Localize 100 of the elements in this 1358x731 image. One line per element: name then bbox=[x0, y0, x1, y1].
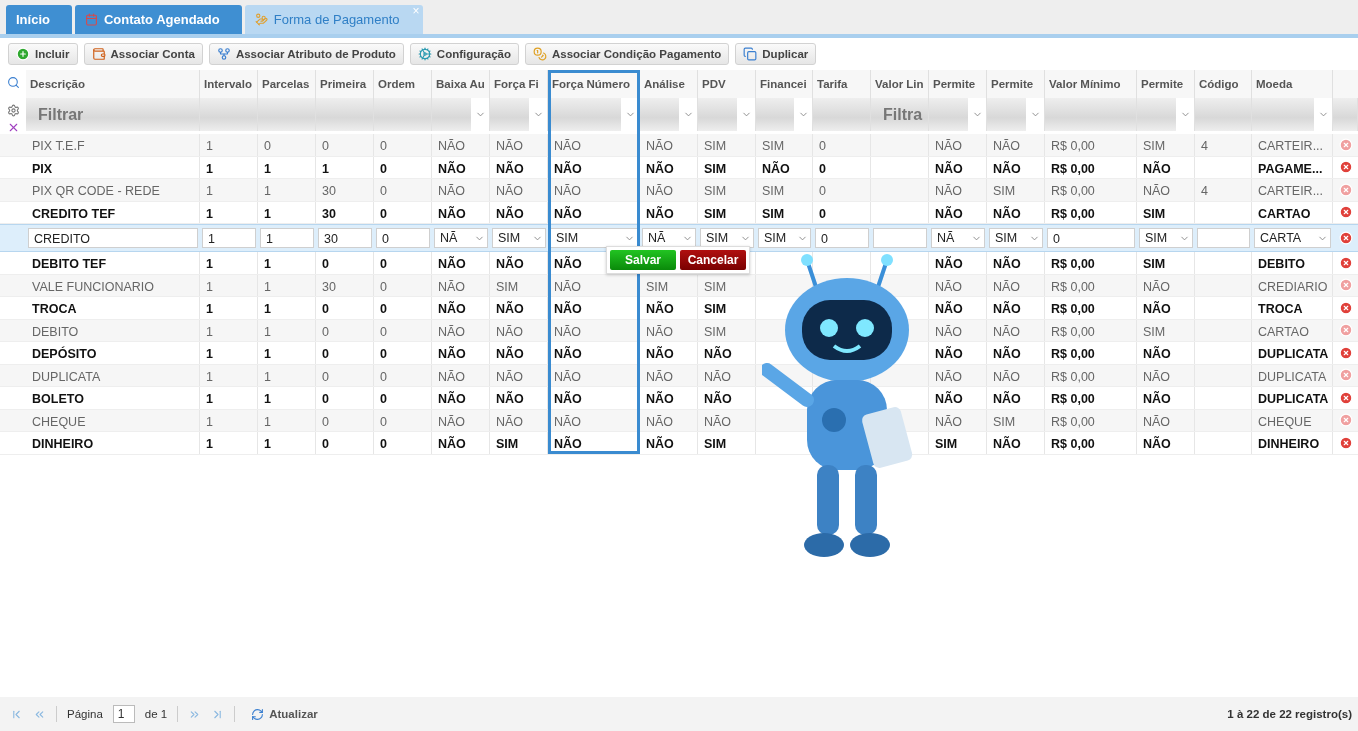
table-cell: NÃO bbox=[929, 156, 987, 178]
delete-icon[interactable] bbox=[1338, 368, 1353, 383]
input-field[interactable]: 0 bbox=[1047, 228, 1135, 248]
column-header[interactable]: Permite bbox=[929, 70, 987, 98]
table-row[interactable]: PIX T.E.F 1 0 0 0 NÃO NÃO NÃO NÃO SIM SIM 0 NÃO NÃO R$ 0,00 SIM 4 CARTEIR... bbox=[0, 134, 1358, 157]
table-cell: NÃO bbox=[1137, 342, 1195, 364]
toolbar-button[interactable]: Incluir bbox=[8, 43, 78, 65]
input-field[interactable]: CREDITO bbox=[28, 228, 198, 248]
table-cell: 0 bbox=[374, 387, 432, 409]
input-field[interactable]: 1 bbox=[202, 228, 256, 248]
table-cell: 1 bbox=[258, 409, 316, 431]
table-cell: 0 bbox=[316, 297, 374, 319]
column-header[interactable]: Intervalo bbox=[200, 70, 258, 98]
select-field[interactable]: SIM bbox=[550, 228, 638, 248]
table-cell: 0 bbox=[374, 432, 432, 454]
table-row[interactable]: PIX QR CODE - REDE 1 1 30 0 NÃO NÃO NÃO NÃO SIM SIM 0 NÃO SIM R$ 0,00 NÃO 4 CARTEIR... bbox=[0, 179, 1358, 202]
table-cell: 0 bbox=[813, 134, 871, 156]
delete-icon[interactable] bbox=[1338, 137, 1353, 152]
input-field[interactable] bbox=[1197, 228, 1250, 248]
page-input[interactable]: 1 bbox=[112, 705, 135, 723]
column-header[interactable]: Ordem bbox=[374, 70, 432, 98]
table-row[interactable]: TROCA 1 1 0 0 NÃO NÃO NÃO NÃO SIM NÃO NÃO R$ 0,00 NÃO TROCA bbox=[0, 297, 1358, 320]
select-field[interactable]: CARTA bbox=[1254, 228, 1331, 248]
table-cell: CREDITO TEF bbox=[26, 201, 200, 223]
cancel-button[interactable]: Cancelar bbox=[680, 250, 746, 270]
toolbar-button[interactable]: Configuração bbox=[409, 43, 519, 65]
table-cell: 4 bbox=[1195, 134, 1252, 156]
toolbar-button[interactable]: Associar Conta bbox=[83, 43, 203, 65]
table-cell: DEBITO bbox=[26, 319, 200, 341]
table-cell: NÃO bbox=[490, 252, 548, 274]
delete-icon[interactable] bbox=[1338, 255, 1353, 270]
column-header[interactable]: PDV bbox=[698, 70, 756, 98]
table-row[interactable]: BOLETO 1 1 0 0 NÃO NÃO NÃO NÃO NÃO NÃO NÃO R$ 0,00 NÃO DUPLICATA bbox=[0, 387, 1358, 410]
select-field[interactable]: SIM bbox=[758, 228, 811, 248]
settings-icon[interactable] bbox=[6, 104, 20, 117]
search-icon[interactable] bbox=[6, 76, 20, 89]
table-row[interactable]: CREDITO TEF 1 1 30 0 NÃO NÃO NÃO NÃO SIM SIM 0 NÃO NÃO R$ 0,00 SIM CARTAO bbox=[0, 201, 1358, 224]
delete-icon[interactable] bbox=[1338, 300, 1353, 315]
column-header[interactable]: Valor Lin bbox=[871, 70, 929, 98]
select-field[interactable]: NÃ bbox=[931, 228, 985, 248]
column-header[interactable]: Código bbox=[1195, 70, 1252, 98]
column-header[interactable]: Permite bbox=[987, 70, 1045, 98]
filter-cell bbox=[1333, 98, 1358, 131]
toolbar-button[interactable]: Associar Condição Pagamento bbox=[524, 43, 730, 65]
table-cell: NÃO bbox=[929, 179, 987, 201]
delete-icon[interactable] bbox=[1338, 413, 1353, 428]
column-header[interactable]: Baixa Au bbox=[432, 70, 490, 98]
table-cell: DINHEIRO bbox=[1252, 432, 1333, 454]
refresh-button[interactable]: Atualizar bbox=[245, 706, 324, 722]
table-cell: VALE FUNCIONARIO bbox=[26, 274, 200, 296]
delete-icon[interactable] bbox=[1338, 390, 1353, 405]
select-field[interactable]: SIM bbox=[1139, 228, 1193, 248]
select-field[interactable]: NÃ bbox=[434, 228, 488, 248]
column-header[interactable]: Tarifa bbox=[813, 70, 871, 98]
table-cell: SIM bbox=[1137, 201, 1195, 223]
column-header[interactable]: Valor Mínimo bbox=[1045, 70, 1137, 98]
delete-icon[interactable] bbox=[1338, 160, 1353, 175]
table-row[interactable]: DINHEIRO 1 1 0 0 NÃO SIM NÃO NÃO SIM SIM NÃO R$ 0,00 NÃO DINHEIRO bbox=[0, 432, 1358, 455]
column-header[interactable]: Primeira bbox=[316, 70, 374, 98]
select-field[interactable]: SIM bbox=[989, 228, 1043, 248]
table-cell: 1 bbox=[200, 342, 258, 364]
table-cell: R$ 0,00 bbox=[1045, 364, 1137, 386]
input-field[interactable] bbox=[873, 228, 927, 248]
select-field[interactable]: SIM bbox=[492, 228, 546, 248]
column-header[interactable]: Parcelas bbox=[258, 70, 316, 98]
column-header[interactable]: Permite bbox=[1137, 70, 1195, 98]
table-cell: NÃO bbox=[1137, 409, 1195, 431]
table-cell: NÃO bbox=[640, 387, 698, 409]
table-row[interactable]: DEPÓSITO 1 1 0 0 NÃO NÃO NÃO NÃO NÃO NÃO NÃO R$ 0,00 NÃO DUPLICATA bbox=[0, 342, 1358, 365]
delete-icon[interactable] bbox=[1338, 278, 1353, 293]
column-header[interactable]: Análise bbox=[640, 70, 698, 98]
delete-icon[interactable] bbox=[1338, 435, 1353, 450]
table-cell: NÃO bbox=[490, 134, 548, 156]
table-cell: R$ 0,00 bbox=[1045, 387, 1137, 409]
table-cell: PIX T.E.F bbox=[26, 134, 200, 156]
table-cell: 0 bbox=[374, 409, 432, 431]
toolbar-button[interactable]: Duplicar bbox=[735, 43, 817, 65]
input-field[interactable]: 0 bbox=[815, 228, 869, 248]
table-row[interactable]: PIX 1 1 1 0 NÃO NÃO NÃO NÃO SIM NÃO 0 NÃO NÃO R$ 0,00 NÃO PAGAME... bbox=[0, 156, 1358, 179]
toolbar-button[interactable]: Associar Atributo de Produto bbox=[208, 43, 404, 65]
table-cell: 1 bbox=[200, 274, 258, 296]
column-header[interactable]: Descrição bbox=[26, 70, 200, 98]
delete-icon[interactable] bbox=[1338, 182, 1353, 197]
select-field[interactable]: NÃ bbox=[642, 228, 696, 248]
table-cell: SIM bbox=[490, 432, 548, 454]
column-header[interactable]: Financei bbox=[756, 70, 813, 98]
column-header[interactable]: Força Fi bbox=[490, 70, 548, 98]
delete-icon[interactable] bbox=[1338, 231, 1353, 245]
table-cell: NÃO bbox=[987, 319, 1045, 341]
delete-icon[interactable] bbox=[1338, 345, 1353, 360]
input-field[interactable]: 1 bbox=[260, 228, 314, 248]
select-field[interactable]: SIM bbox=[700, 228, 754, 248]
delete-icon[interactable] bbox=[1338, 323, 1353, 338]
column-header[interactable]: Moeda bbox=[1252, 70, 1333, 98]
filter-dropdown[interactable] bbox=[548, 98, 640, 131]
table-cell: NÃO bbox=[490, 201, 548, 223]
delete-icon[interactable] bbox=[1338, 205, 1353, 220]
input-field[interactable]: 0 bbox=[376, 228, 430, 248]
table-cell: SIM bbox=[698, 297, 756, 319]
input-field[interactable]: 30 bbox=[318, 228, 372, 248]
